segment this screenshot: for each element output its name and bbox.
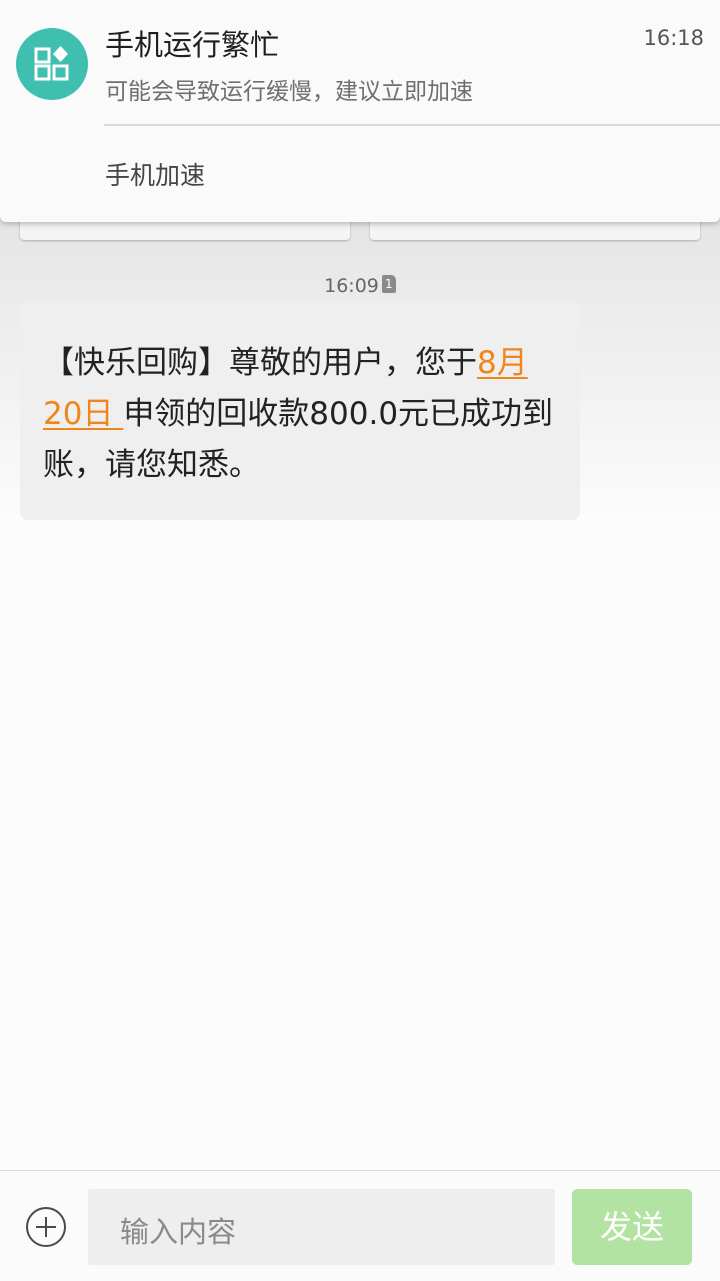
plus-circle-icon[interactable] [26, 1207, 66, 1247]
message-text-prefix: 【快乐回购】尊敬的用户，您于 [43, 345, 477, 381]
notification-divider [104, 124, 720, 126]
message-bubble[interactable]: 【快乐回购】尊敬的用户，您于8月20日 申领的回收款800.0元已成功到账，请您… [20, 300, 580, 520]
message-time-text: 16:09 [324, 275, 379, 297]
speed-up-action-button[interactable]: 手机加速 [105, 156, 205, 192]
notification-card[interactable]: 手机运行繁忙 16:18 可能会导致运行缓慢，建议立即加速 手机加速 [0, 0, 720, 222]
notification-title: 手机运行繁忙 [105, 28, 280, 62]
send-button[interactable]: 发送 [572, 1189, 692, 1265]
message-timestamp: 16:09 1 [0, 275, 720, 297]
notification-body: 可能会导致运行缓慢，建议立即加速 [105, 79, 473, 105]
sim-card-icon: 1 [381, 275, 396, 293]
apps-grid-icon [16, 28, 88, 100]
composer-bar: 输入内容 发送 [0, 1170, 720, 1281]
message-input[interactable]: 输入内容 [88, 1189, 555, 1265]
input-placeholder: 输入内容 [120, 1215, 237, 1249]
notification-time: 16:18 [643, 26, 704, 50]
